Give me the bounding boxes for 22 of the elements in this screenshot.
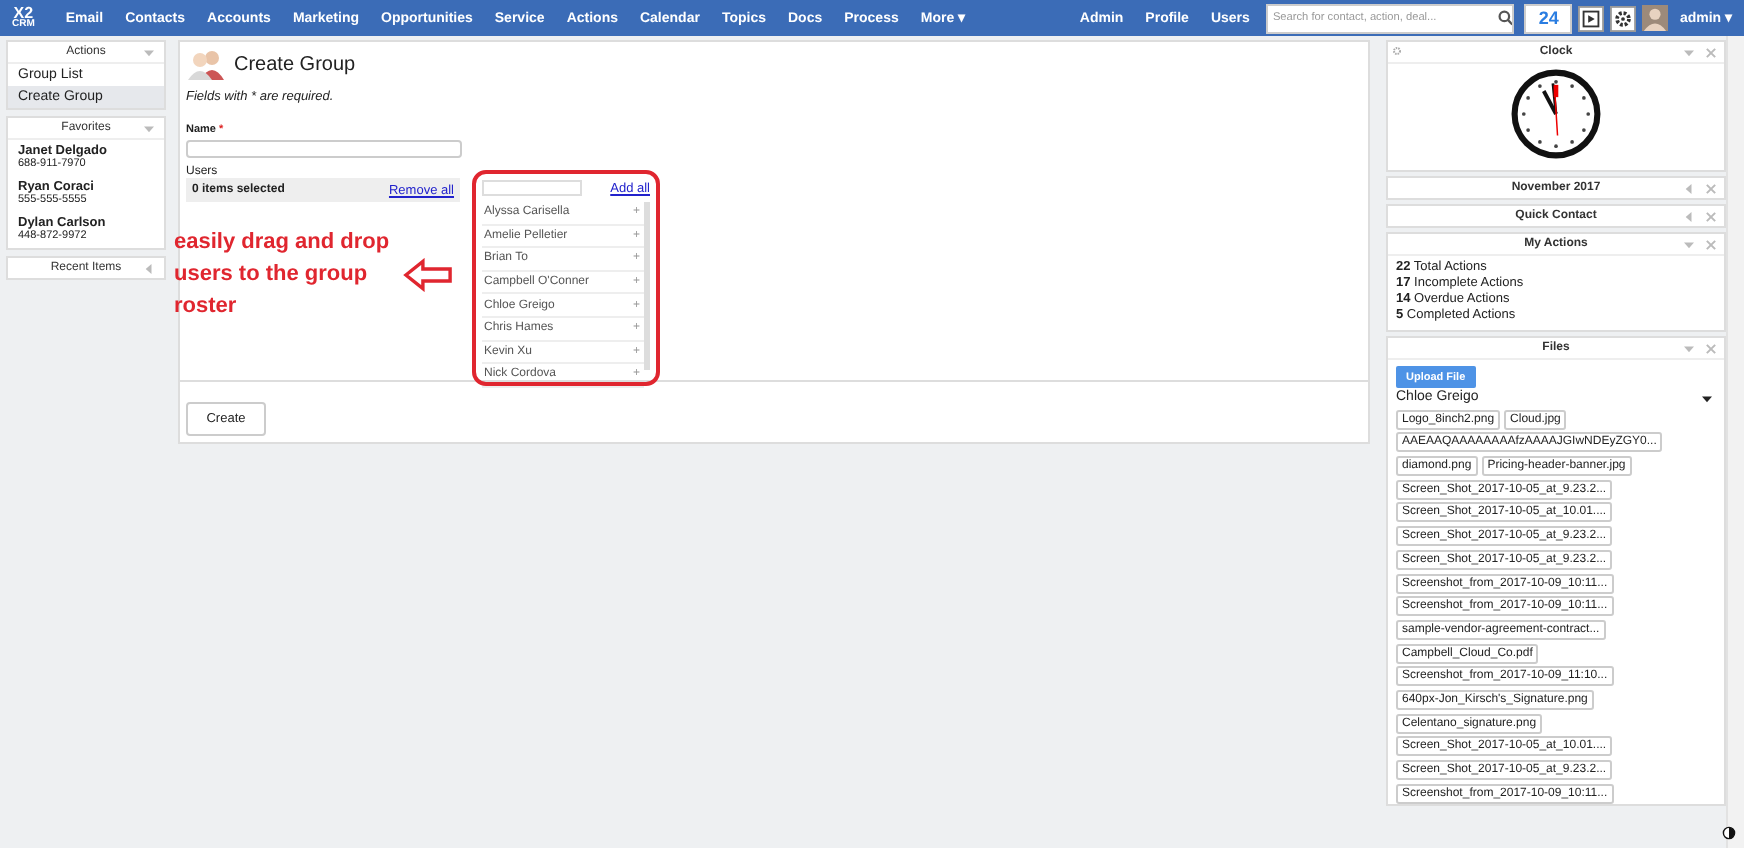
- gear-icon[interactable]: [1392, 46, 1402, 56]
- page-title: Create Group: [234, 53, 356, 75]
- group-icon: [186, 48, 226, 80]
- close-icon[interactable]: [1706, 239, 1716, 249]
- close-icon[interactable]: [1706, 47, 1716, 57]
- notification-count[interactable]: 24: [1524, 3, 1573, 33]
- scrollbar[interactable]: [1726, 36, 1744, 848]
- search-icon[interactable]: [1497, 10, 1513, 26]
- play-icon[interactable]: [1578, 5, 1605, 31]
- contrast-icon[interactable]: [1722, 826, 1736, 840]
- arrow-icon: [402, 257, 454, 291]
- name-field[interactable]: [186, 140, 462, 158]
- settings-icon[interactable]: [1610, 5, 1637, 31]
- filter-field[interactable]: [482, 180, 582, 196]
- annotation-text: easily drag and drop users to the group roster: [174, 228, 390, 322]
- close-icon[interactable]: [1706, 343, 1716, 353]
- caret-icon[interactable]: [1702, 394, 1712, 404]
- scrollbar[interactable]: [644, 202, 650, 370]
- avatar-icon[interactable]: [1642, 4, 1669, 32]
- close-icon[interactable]: [1706, 183, 1716, 193]
- close-icon[interactable]: [1706, 211, 1716, 221]
- clock-drawing: [1510, 68, 1602, 160]
